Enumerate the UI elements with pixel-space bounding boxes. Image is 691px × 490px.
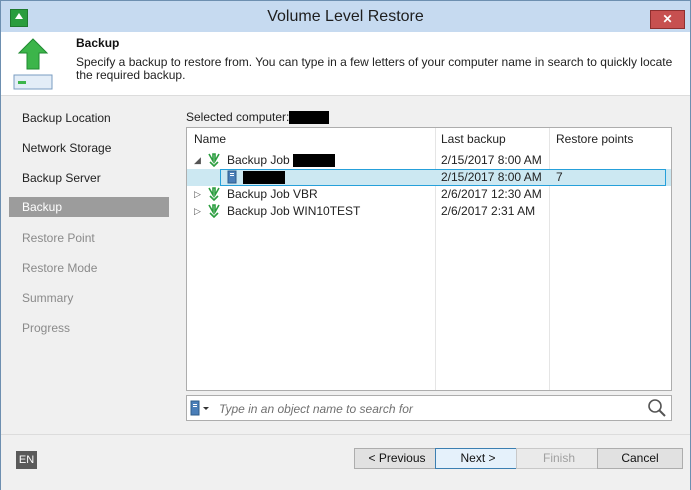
backup-job-icon [208, 153, 220, 167]
selected-computer: Selected computer: [186, 110, 330, 125]
nav-item-backup-server[interactable]: Backup Server [9, 168, 169, 188]
finish-button: Finish [516, 448, 602, 469]
object-type-dropdown-icon[interactable] [190, 400, 212, 416]
wizard-header: Backup Specify a backup to restore from.… [1, 32, 690, 96]
title-bar[interactable]: Volume Level Restore ✕ [1, 1, 690, 32]
volume-level-restore-window: Volume Level Restore ✕ Backup Specify a … [0, 0, 691, 490]
step-description: Specify a backup to restore from. You ca… [76, 55, 673, 82]
cancel-button[interactable]: Cancel [597, 448, 683, 469]
redacted-computer-name [289, 111, 330, 125]
tree-row[interactable]: ◢ Backup Job 2/15/2017 8:00 AM [187, 152, 671, 169]
job-name: Backup Job [227, 153, 290, 167]
row-restore-points: 7 [556, 170, 563, 184]
column-header-restore-points[interactable]: Restore points [556, 128, 633, 150]
tree-row-selected[interactable]: 2/15/2017 8:00 AM 7 [187, 169, 671, 186]
wizard-footer: EN < Previous Next > Finish Cancel [1, 434, 690, 490]
restore-upload-icon [13, 38, 53, 90]
step-title: Backup [76, 36, 120, 50]
nav-item-summary: Summary [22, 291, 74, 305]
row-name [243, 169, 285, 186]
search-icon[interactable] [647, 398, 667, 418]
search-input[interactable] [217, 399, 631, 419]
window-title: Volume Level Restore [267, 8, 424, 25]
selected-computer-label: Selected computer: [186, 110, 290, 124]
row-name: Backup Job WIN10TEST [227, 204, 361, 218]
column-header-name[interactable]: Name [194, 128, 226, 150]
computer-icon [227, 170, 237, 184]
language-indicator[interactable]: EN [16, 451, 37, 469]
tree-row[interactable]: ▷ Backup Job WIN10TEST 2/6/2017 2:31 AM [187, 203, 671, 220]
row-last-backup: 2/15/2017 8:00 AM [441, 153, 542, 167]
collapsed-arrow-icon[interactable]: ▷ [194, 203, 201, 220]
tree-row[interactable]: ▷ Backup Job VBR 2/6/2017 12:30 AM [187, 186, 671, 203]
row-last-backup: 2/15/2017 8:00 AM [441, 170, 542, 184]
close-button[interactable]: ✕ [650, 10, 685, 29]
wizard-steps-nav: Backup Location Network Storage Backup S… [1, 96, 175, 434]
backup-job-icon [208, 204, 220, 218]
backup-job-icon [208, 187, 220, 201]
nav-item-restore-point: Restore Point [22, 231, 95, 245]
column-header-last-backup[interactable]: Last backup [441, 128, 506, 150]
backup-tree[interactable]: Name Last backup Restore points ◢ Backup… [186, 127, 672, 391]
nav-item-backup[interactable]: Backup [9, 197, 169, 217]
search-bar [186, 395, 672, 421]
redacted-job-name [293, 154, 336, 168]
nav-item-progress: Progress [22, 321, 71, 335]
nav-item-restore-mode: Restore Mode [22, 261, 98, 275]
next-button[interactable]: Next > [435, 448, 521, 469]
row-name: Backup Job VBR [227, 187, 318, 201]
nav-item-backup-location[interactable]: Backup Location [9, 108, 169, 128]
row-name: Backup Job [227, 152, 336, 169]
row-last-backup: 2/6/2017 12:30 AM [441, 187, 542, 201]
previous-button[interactable]: < Previous [354, 448, 440, 469]
nav-item-network-storage[interactable]: Network Storage [9, 138, 169, 158]
row-last-backup: 2/6/2017 2:31 AM [441, 204, 536, 218]
collapsed-arrow-icon[interactable]: ▷ [194, 186, 201, 203]
redacted-computer-name [243, 171, 285, 185]
expanded-arrow-icon[interactable]: ◢ [194, 152, 201, 169]
